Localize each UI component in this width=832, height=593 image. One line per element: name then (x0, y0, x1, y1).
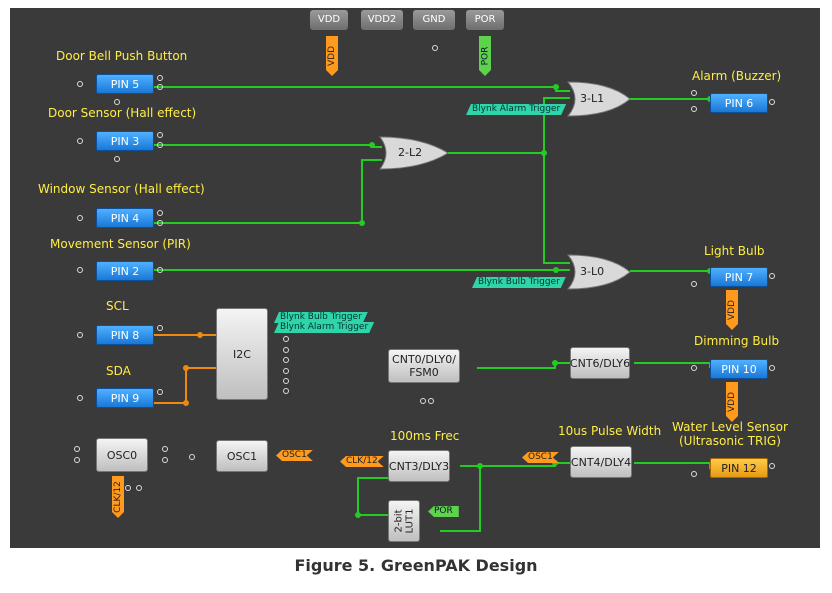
wire-pin3-or-door (154, 144, 382, 148)
gate-label-light[interactable]: 3-L0 (580, 265, 604, 278)
label-window-sensor: Window Sensor (Hall effect) (38, 182, 205, 196)
pin-10[interactable]: PIN 10 (710, 359, 768, 379)
vdd-block[interactable]: VDD (310, 10, 348, 30)
cnt6-block[interactable]: CNT6/DLY6 (570, 347, 630, 379)
por-block[interactable]: POR (466, 10, 504, 30)
label-light-bulb: Light Bulb (704, 244, 765, 258)
pin-5[interactable]: PIN 5 (96, 74, 154, 94)
wire-pin9-i2c (154, 367, 216, 404)
pin-3[interactable]: PIN 3 (96, 131, 154, 151)
cnt0-block[interactable]: CNT0/DLY0/ FSM0 (388, 349, 460, 383)
cnt4-block[interactable]: CNT4/DLY4 (570, 446, 632, 478)
pin-6[interactable]: PIN 6 (710, 93, 768, 113)
pin-2[interactable]: PIN 2 (96, 261, 154, 281)
label-door-bell: Door Bell Push Button (56, 49, 188, 63)
tag-blynk-alarm-trigger: Blynk Alarm Trigger (466, 104, 566, 115)
tag-i2c-alarm-trigger: Blynk Alarm Trigger (274, 322, 374, 333)
pin-12[interactable]: PIN 12 (710, 458, 768, 478)
pin-9[interactable]: PIN 9 (96, 388, 154, 408)
label-dimming-bulb: Dimming Bulb (694, 334, 780, 348)
osc0-block[interactable]: OSC0 (96, 438, 148, 472)
label-scl: SCL (106, 299, 129, 313)
label-sda: SDA (106, 364, 131, 378)
wire-or-door-to-light (543, 153, 570, 264)
pin-8[interactable]: PIN 8 (96, 325, 154, 345)
design-canvas: VDD VDD2 GND POR VDD POR Door Bell Push … (10, 8, 820, 548)
i2c-block[interactable]: I2C (216, 308, 268, 400)
osc1-block[interactable]: OSC1 (216, 440, 268, 472)
tag-por-in: POR (428, 506, 459, 517)
lut1-block[interactable]: 2-bit LUT1 (388, 500, 420, 542)
vdd2-block[interactable]: VDD2 (361, 10, 403, 30)
cnt3-block[interactable]: CNT3/DLY3 (388, 450, 450, 482)
tag-blynk-bulb-trigger: Blynk Bulb Trigger (472, 277, 566, 288)
label-10us-pulse-width: 10us Pulse Width (558, 424, 662, 438)
tag-i2c-bulb-trigger: Blynk Bulb Trigger (274, 312, 368, 323)
gate-label-alarm[interactable]: 3-L1 (580, 92, 604, 105)
gnd-block[interactable]: GND (413, 10, 455, 30)
wire-lut-feedback (357, 477, 388, 516)
label-alarm: Alarm (Buzzer) (692, 69, 782, 83)
gate-label-door[interactable]: 2-L2 (398, 146, 422, 159)
wire-cnt4-pin12 (634, 462, 711, 469)
pin10-vdd-tag: VDD (726, 382, 738, 422)
figure-caption: Figure 5. GreenPAK Design (294, 556, 538, 575)
pin-7[interactable]: PIN 7 (710, 267, 768, 287)
label-movement-sensor: Movement Sensor (PIR) (50, 237, 191, 251)
por-output-tag: POR (479, 36, 491, 76)
label-door-sensor: Door Sensor (Hall effect) (48, 106, 197, 120)
vdd-output-tag: VDD (326, 36, 338, 76)
pin7-vdd-tag: VDD (726, 290, 738, 330)
pin-4[interactable]: PIN 4 (96, 208, 154, 228)
tag-clk12-in: CLK/12 (340, 456, 384, 467)
wire-pin5-or-alarm (154, 86, 570, 92)
label-100ms-frec: 100ms Frec (390, 429, 460, 443)
tag-osc0-clk12: CLK/12 (112, 476, 124, 518)
label-water-level: Water Level Sensor (Ultrasonic TRIG) (672, 420, 788, 448)
wire-cnt6-pin10 (634, 362, 711, 368)
